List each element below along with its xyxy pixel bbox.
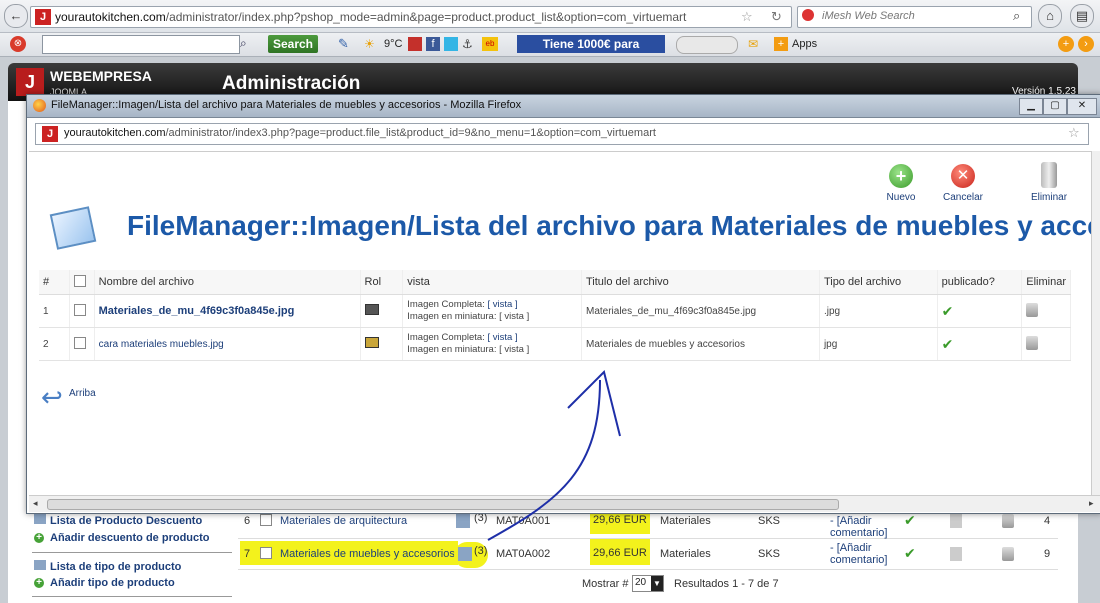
annotation-arrow [487, 370, 621, 541]
